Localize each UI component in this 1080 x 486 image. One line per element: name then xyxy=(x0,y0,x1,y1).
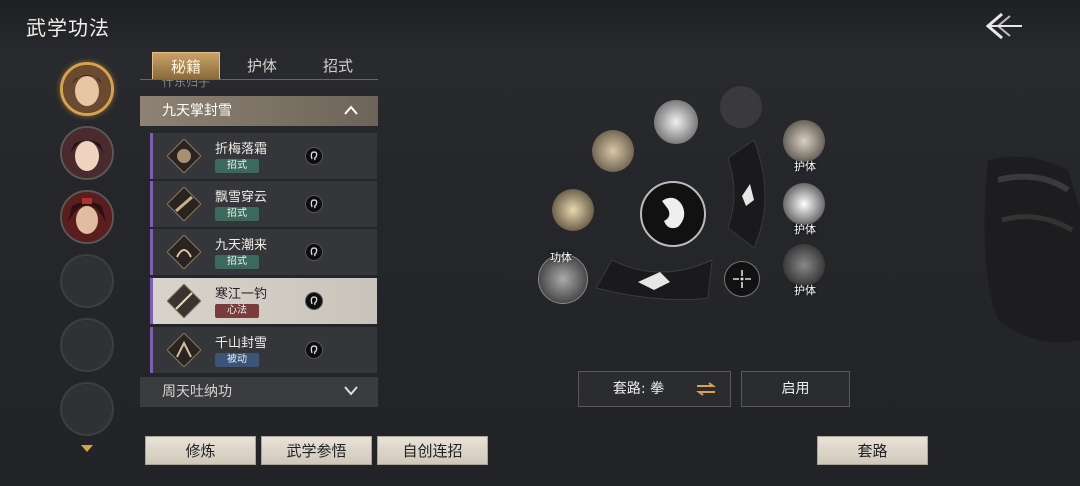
chevron-down-icon[interactable] xyxy=(80,444,94,454)
slot-label: 护体 xyxy=(794,223,816,236)
slot-label: 护体 xyxy=(794,160,816,173)
empty-portrait-slot[interactable] xyxy=(60,318,114,372)
skill-slot[interactable] xyxy=(783,183,825,225)
skill-name: 飘雪穿云 xyxy=(215,190,268,205)
skill-icon xyxy=(167,139,201,173)
skill-tag-badge: 招式 xyxy=(215,255,259,269)
skill-tag-badge: 招式 xyxy=(215,207,259,221)
skill-slot[interactable] xyxy=(783,244,825,286)
slot-label: 护体 xyxy=(794,284,816,297)
comprehend-button[interactable]: 武学参悟 xyxy=(261,436,372,465)
skill-name: 寒江一钓 xyxy=(215,287,268,302)
avatar xyxy=(62,128,112,178)
skill-tag-badge: 招式 xyxy=(215,159,259,173)
character-portrait-3[interactable] xyxy=(60,190,114,244)
skill-item[interactable]: 飘雪穿云 招式 xyxy=(150,181,377,227)
skill-slot[interactable] xyxy=(592,130,634,172)
empty-skill-slot[interactable] xyxy=(720,86,762,128)
ear-icon[interactable] xyxy=(305,341,323,359)
skill-item[interactable]: 折梅落霜 招式 xyxy=(150,133,377,179)
skill-item[interactable]: 九天潮来 招式 xyxy=(150,229,377,275)
ear-icon[interactable] xyxy=(305,243,323,261)
skill-name: 九天潮来 xyxy=(215,238,268,253)
skill-item-selected[interactable]: 寒江一钓 心法 xyxy=(150,278,377,324)
page-title: 武学功法 xyxy=(26,16,110,40)
category-header-open[interactable]: 九天掌封雪 xyxy=(140,96,378,126)
avatar xyxy=(63,65,111,113)
chevron-up-icon xyxy=(344,105,358,115)
avatar xyxy=(62,192,112,242)
tab-secret-books[interactable]: 秘籍 xyxy=(152,52,220,80)
chevron-down-icon xyxy=(344,386,358,396)
tab-protection[interactable]: 护体 xyxy=(228,52,296,80)
crosshair-slot[interactable] xyxy=(724,261,760,297)
gauntlet-artwork xyxy=(984,156,1080,343)
list-item[interactable]: 什东归子 xyxy=(140,80,378,92)
skill-slot[interactable] xyxy=(552,189,594,231)
skill-item[interactable]: 千山封雪 被动 xyxy=(150,327,377,373)
slot-label: 功体 xyxy=(550,251,572,264)
skill-icon xyxy=(167,235,201,269)
top-bar xyxy=(0,0,1080,48)
skill-icon xyxy=(167,333,201,367)
category-label: 周天吐纳功 xyxy=(162,384,232,400)
ear-icon[interactable] xyxy=(305,292,323,310)
skill-slot[interactable] xyxy=(654,100,698,144)
ear-icon[interactable] xyxy=(305,195,323,213)
custom-combo-button[interactable]: 自创连招 xyxy=(377,436,488,465)
character-portrait-2[interactable] xyxy=(60,126,114,180)
fist-icon xyxy=(662,197,685,229)
back-arrow-icon[interactable] xyxy=(982,10,1026,42)
skill-icon xyxy=(167,284,201,318)
skill-tag-badge: 被动 xyxy=(215,353,259,367)
skill-name: 千山封雪 xyxy=(215,336,268,351)
tab-bar: 秘籍 护体 招式 xyxy=(140,48,378,80)
skill-tag-badge: 心法 xyxy=(215,304,259,318)
routine-selector[interactable]: 套路: 拳 xyxy=(578,371,731,407)
skill-icon xyxy=(167,187,201,221)
crosshair-icon xyxy=(733,270,751,288)
empty-portrait-slot[interactable] xyxy=(60,254,114,308)
practice-button[interactable]: 修炼 xyxy=(145,436,256,465)
category-header-collapsed[interactable]: 周天吐纳功 xyxy=(140,377,378,407)
empty-portrait-slot[interactable] xyxy=(60,382,114,436)
category-label: 九天掌封雪 xyxy=(162,103,232,119)
ear-icon[interactable] xyxy=(305,147,323,165)
skill-name: 折梅落霜 xyxy=(215,142,268,157)
routine-button[interactable]: 套路 xyxy=(817,436,928,465)
enable-button[interactable]: 启用 xyxy=(741,371,850,407)
center-skill-slot[interactable] xyxy=(640,181,706,247)
routine-label: 套路: 拳 xyxy=(612,381,665,397)
tab-moves[interactable]: 招式 xyxy=(304,52,372,80)
swap-icon xyxy=(696,382,716,396)
character-portrait-1[interactable] xyxy=(60,62,114,116)
skill-slot[interactable] xyxy=(783,120,825,162)
